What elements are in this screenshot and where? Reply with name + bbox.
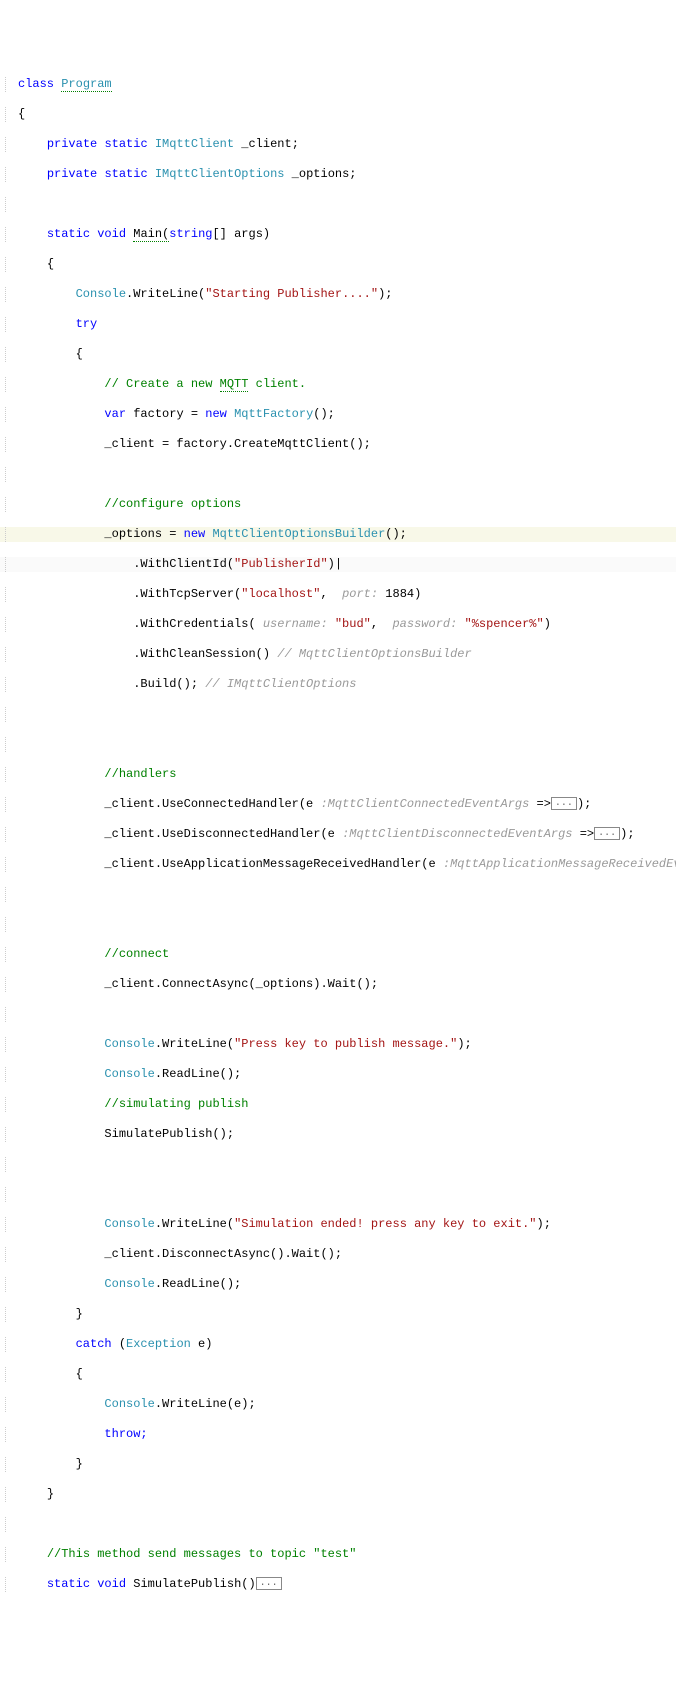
code-line: throw; — [0, 1427, 676, 1442]
code-line — [0, 1187, 676, 1202]
code-line: .WithCleanSession() // MqttClientOptions… — [0, 647, 676, 662]
code-line: //handlers — [0, 767, 676, 782]
code-line: _client.DisconnectAsync().Wait(); — [0, 1247, 676, 1262]
code-line — [0, 1517, 676, 1532]
code-line: // Create a new MQTT client. — [0, 377, 676, 392]
code-line: SimulatePublish(); — [0, 1127, 676, 1142]
code-line: { — [0, 1367, 676, 1382]
code-line: _client.UseApplicationMessageReceivedHan… — [0, 857, 676, 872]
code-line: var factory = new MqttFactory(); — [0, 407, 676, 422]
code-line — [0, 887, 676, 902]
code-line: try — [0, 317, 676, 332]
code-line: //simulating publish — [0, 1097, 676, 1112]
code-line: } — [0, 1307, 676, 1322]
code-line: private static IMqttClient _client; — [0, 137, 676, 152]
fold-indicator[interactable]: ... — [551, 797, 577, 810]
code-line: static void SimulatePublish()... — [0, 1577, 676, 1592]
code-line: _client.UseConnectedHandler(e :MqttClien… — [0, 797, 676, 812]
code-line: Console.ReadLine(); — [0, 1277, 676, 1292]
code-line — [0, 737, 676, 752]
code-line — [0, 707, 676, 722]
code-line: Console.WriteLine("Starting Publisher...… — [0, 287, 676, 302]
code-line: } — [0, 1457, 676, 1472]
code-line: catch (Exception e) — [0, 1337, 676, 1352]
code-line: { — [0, 347, 676, 362]
code-line — [0, 197, 676, 212]
code-line: Console.WriteLine("Simulation ended! pre… — [0, 1217, 676, 1232]
code-line-cursor: .WithClientId("PublisherId")| — [0, 557, 676, 572]
code-line: Console.ReadLine(); — [0, 1067, 676, 1082]
code-line: Console.WriteLine(e); — [0, 1397, 676, 1412]
code-line: Console.WriteLine("Press key to publish … — [0, 1037, 676, 1052]
fold-indicator[interactable]: ... — [256, 1577, 282, 1590]
code-line — [0, 467, 676, 482]
code-line: private static IMqttClientOptions _optio… — [0, 167, 676, 182]
code-line: .WithTcpServer("localhost", port: 1884) — [0, 587, 676, 602]
code-line: _client.ConnectAsync(_options).Wait(); — [0, 977, 676, 992]
code-line — [0, 1007, 676, 1022]
code-line: { — [0, 107, 676, 122]
code-line: { — [0, 257, 676, 272]
code-line: //This method send messages to topic "te… — [0, 1547, 676, 1562]
code-line — [0, 917, 676, 932]
code-line: class Program — [0, 77, 676, 92]
fold-indicator[interactable]: ... — [594, 827, 620, 840]
code-line: .WithCredentials( username: "bud", passw… — [0, 617, 676, 632]
code-line: _client = factory.CreateMqttClient(); — [0, 437, 676, 452]
code-line: } — [0, 1487, 676, 1502]
code-line: .Build(); // IMqttClientOptions — [0, 677, 676, 692]
code-line: //configure options — [0, 497, 676, 512]
code-line: _options = new MqttClientOptionsBuilder(… — [0, 527, 676, 542]
code-line: static void Main(string[] args) — [0, 227, 676, 242]
code-line: _client.UseDisconnectedHandler(e :MqttCl… — [0, 827, 676, 842]
code-line — [0, 1157, 676, 1172]
code-line: //connect — [0, 947, 676, 962]
code-editor[interactable]: class Program { private static IMqttClie… — [0, 62, 676, 1607]
